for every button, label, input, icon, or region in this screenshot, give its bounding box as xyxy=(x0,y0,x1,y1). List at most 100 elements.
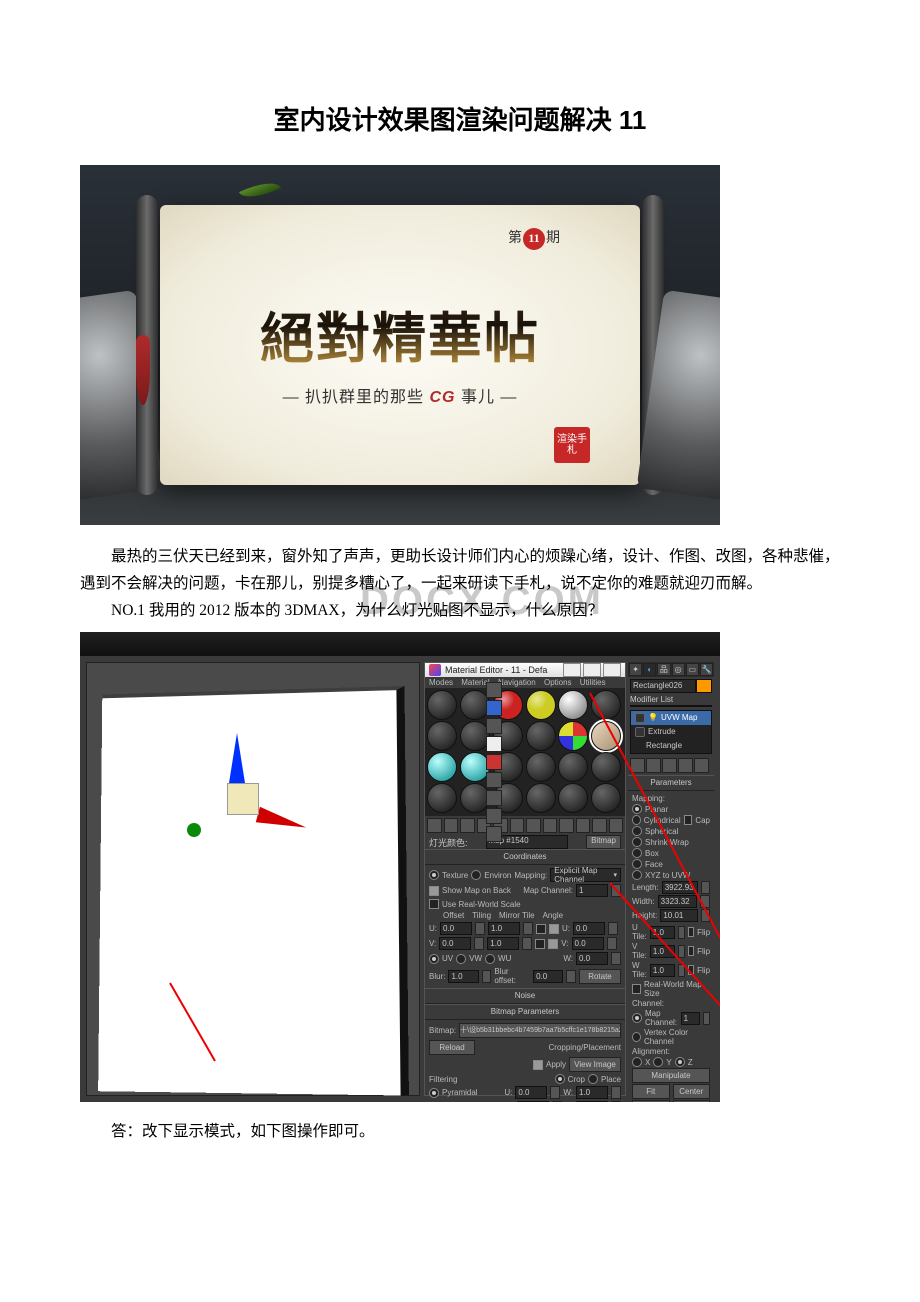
radio-z[interactable] xyxy=(675,1057,685,1067)
modifier-stack[interactable]: 💡UVW Map Extrude Rectangle xyxy=(630,710,712,754)
material-swatch[interactable] xyxy=(558,721,588,751)
tab-modify[interactable]: ◐ xyxy=(643,663,656,676)
width-field[interactable]: 3323.32 xyxy=(658,895,698,908)
u-tiling-field[interactable]: 1.0 xyxy=(488,922,520,935)
material-swatch[interactable] xyxy=(558,752,588,782)
normal-align-button[interactable]: Normal Align xyxy=(673,1100,711,1102)
material-swatch[interactable] xyxy=(591,783,621,813)
material-swatch-grid[interactable] xyxy=(425,688,625,815)
spinner[interactable] xyxy=(701,881,710,894)
v-crop-field[interactable]: 0.0 xyxy=(517,1101,549,1102)
radio-vertex-color[interactable] xyxy=(632,1032,641,1042)
u-mirror-check[interactable] xyxy=(536,924,546,934)
spinner[interactable] xyxy=(566,970,576,983)
radio-pyramidal[interactable] xyxy=(429,1088,439,1098)
spinner[interactable] xyxy=(474,937,484,950)
radio-place[interactable] xyxy=(588,1074,598,1084)
radio-x[interactable] xyxy=(632,1057,642,1067)
cap-check[interactable] xyxy=(684,815,693,825)
manipulate-button[interactable]: Manipulate xyxy=(632,1068,710,1083)
radio-texture[interactable] xyxy=(429,870,439,880)
spinner[interactable] xyxy=(552,1101,562,1102)
tab-motion[interactable]: ◎ xyxy=(672,663,685,676)
select-by-material-button[interactable] xyxy=(486,808,502,824)
toolbar-button[interactable] xyxy=(526,818,541,833)
wtile-field[interactable]: 1.0 xyxy=(650,964,676,977)
material-swatch[interactable] xyxy=(427,783,457,813)
bitmap-fit-button[interactable]: Bitmap Fit xyxy=(632,1100,670,1102)
spinner[interactable] xyxy=(608,922,618,935)
viewport[interactable] xyxy=(86,662,420,1096)
material-swatch[interactable] xyxy=(591,752,621,782)
radio-spherical[interactable] xyxy=(632,826,642,836)
u-offset-field[interactable]: 0.0 xyxy=(440,922,472,935)
maximize-button[interactable] xyxy=(583,663,601,677)
spinner[interactable] xyxy=(482,970,492,983)
stack-item-uvwmap[interactable]: 💡UVW Map xyxy=(631,711,711,725)
toolbar-button[interactable] xyxy=(510,818,525,833)
background-button[interactable] xyxy=(486,718,502,734)
radio-box[interactable] xyxy=(632,848,642,858)
material-side-toolbar[interactable] xyxy=(486,682,500,842)
tab-create[interactable]: ✦ xyxy=(629,663,642,676)
object-name-field[interactable]: Rectangle026 xyxy=(630,679,696,693)
v-tiling-field[interactable]: 1.0 xyxy=(487,937,519,950)
material-swatch[interactable] xyxy=(526,783,556,813)
v-mirror-check[interactable] xyxy=(535,939,545,949)
menu-options[interactable]: Options xyxy=(544,678,572,687)
options-button[interactable] xyxy=(486,790,502,806)
spinner[interactable] xyxy=(611,1101,621,1102)
show-end-result-button[interactable] xyxy=(646,758,661,773)
toolbar-button[interactable] xyxy=(592,818,607,833)
material-swatch[interactable] xyxy=(526,752,556,782)
toolbar-button[interactable] xyxy=(559,818,574,833)
radio-crop[interactable] xyxy=(555,1074,565,1084)
rollout-header[interactable]: Noise xyxy=(425,989,625,1004)
radio-shrinkwrap[interactable] xyxy=(632,837,642,847)
stack-toggle-icon[interactable] xyxy=(635,727,645,737)
radio-environ[interactable] xyxy=(471,870,481,880)
tab-utilities[interactable]: 🔧 xyxy=(700,663,713,676)
backlight-button[interactable] xyxy=(486,700,502,716)
stack-toolbar[interactable] xyxy=(630,758,712,773)
make-unique-button[interactable] xyxy=(662,758,677,773)
radio-y[interactable] xyxy=(653,1057,663,1067)
spinner[interactable] xyxy=(678,945,684,958)
uflip-check[interactable] xyxy=(688,927,694,937)
spinner[interactable] xyxy=(611,952,621,965)
v-tile-check[interactable] xyxy=(548,939,558,949)
u-tile-check[interactable] xyxy=(549,924,559,934)
bitmap-path-button[interactable]: 十\设b5b31bbebc4b7459b7aa7b5cffc1e178b8215… xyxy=(459,1023,621,1038)
close-button[interactable] xyxy=(603,663,621,677)
map-channel-field[interactable]: 1 xyxy=(576,884,608,897)
material-swatch[interactable] xyxy=(526,690,556,720)
v-angle-field[interactable]: 0.0 xyxy=(572,937,604,950)
spinner[interactable] xyxy=(611,1086,621,1099)
menu-modes[interactable]: Modes xyxy=(429,678,453,687)
material-editor-menu[interactable]: Modes Material Navigation Options Utilit… xyxy=(425,677,625,688)
w-angle-field[interactable]: 0.0 xyxy=(576,952,608,965)
tab-hierarchy[interactable]: 品 xyxy=(657,663,670,676)
map-type-button[interactable]: Bitmap xyxy=(586,835,621,849)
toolbar-button[interactable] xyxy=(543,818,558,833)
spinner[interactable] xyxy=(522,937,532,950)
toolbar-button[interactable] xyxy=(460,818,475,833)
stack-item-extrude[interactable]: Extrude xyxy=(631,725,711,739)
tab-display[interactable]: ▭ xyxy=(686,663,699,676)
v-offset-field[interactable]: 0.0 xyxy=(439,937,471,950)
radio-cylindrical[interactable] xyxy=(632,815,641,825)
radio-uv[interactable] xyxy=(429,954,439,964)
radio-xyz[interactable] xyxy=(632,870,642,880)
blur-offset-field[interactable]: 0.0 xyxy=(533,970,563,983)
radio-map-channel[interactable] xyxy=(632,1013,642,1023)
menu-utilities[interactable]: Utilities xyxy=(580,678,606,687)
u-angle-field[interactable]: 0.0 xyxy=(573,922,605,935)
vflip-check[interactable] xyxy=(688,946,694,956)
material-map-navigator-button[interactable] xyxy=(486,826,502,842)
rotate-button[interactable]: Rotate xyxy=(579,969,621,984)
video-check-button[interactable] xyxy=(486,754,502,770)
map-channel-field[interactable]: 1 xyxy=(681,1012,700,1025)
fit-button[interactable]: Fit xyxy=(632,1084,670,1099)
blur-field[interactable]: 1.0 xyxy=(448,970,478,983)
toolbar-button[interactable] xyxy=(576,818,591,833)
